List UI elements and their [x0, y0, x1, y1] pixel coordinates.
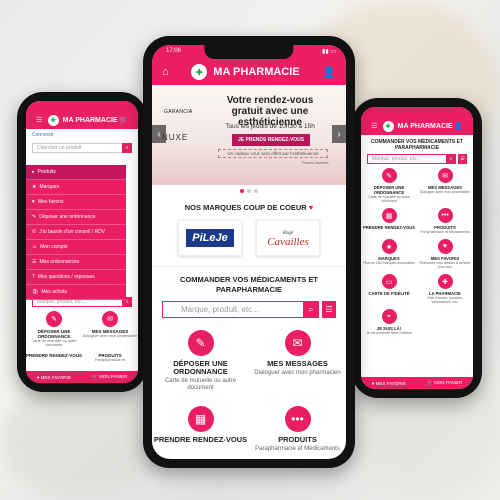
favorites-button[interactable]: ♥ MES FAVORIS [37, 375, 71, 380]
app-title: MA PHARMACIE [62, 116, 118, 124]
tile-je-suis-la[interactable]: ⌖ JE SUIS LÀ! Je me présente dans l'offici… [361, 309, 417, 335]
banner-brand-garancia: GARANCIA [164, 109, 193, 115]
connected-label: Connecté [32, 132, 54, 138]
promo-banner[interactable]: GARANCIA NUXE Votre rendez-vous gratuit … [152, 85, 346, 185]
center-phone: 17:06 ▮▮ ▭ ⌂ ✚ MA PHARMACIE 👤 GARANCIA NUX… [143, 36, 355, 468]
list-icon[interactable]: ☰ [322, 301, 336, 318]
star-icon: ★ [381, 239, 397, 254]
bottom-bar: ♥ MES FAVORIS 🛒 MON PANIER [361, 377, 473, 389]
menu-item-achats[interactable]: 🛍 Mes achats [26, 285, 126, 300]
banner-voucher: Un cadeau vous sera offert par l'esthéti… [218, 149, 328, 158]
tile-rendezvous[interactable]: PRENDRE RENDEZ-VOUS [26, 351, 82, 362]
menu-item-conseil[interactable]: ✆ J'ai besoin d'un conseil / RDV [26, 225, 126, 240]
menu-item-marques[interactable]: ★ Marques [26, 180, 126, 195]
pharmacy-logo-icon: ✚ [47, 114, 59, 126]
order-title: COMMANDER VOS MÉDICAMENTS ET PARAPHARMAC… [180, 275, 318, 294]
menu-item-favoris[interactable]: ♥ Mes favoris [26, 195, 126, 210]
search-input[interactable]: Chercher un produit [32, 143, 122, 153]
tile-rendezvous[interactable]: ▦ PRENDRE RENDEZ-VOUS [152, 406, 249, 453]
tile-ordonnance[interactable]: ✎ DÉPOSER UNE ORDONNANCE Carte de mutuelle… [361, 168, 417, 203]
tile-favoris[interactable]: ♥ MES FAVORIS Retrouvez mes articles à ach… [417, 239, 473, 269]
pharmacy-logo-icon: ✚ [382, 120, 394, 132]
prescription-icon: ✎ [46, 311, 62, 327]
tile-ordonnance[interactable]: ✎ DÉPOSER UNE ORDONNANCE Carte de mutuelle… [152, 330, 249, 392]
menu-item-questions[interactable]: ? Mes questions / réponses [26, 270, 126, 285]
battery-icon: ▮▮ ▭ [322, 49, 336, 55]
app-bar: ☰ ✚ MA PHARMACIE 👤 [361, 117, 473, 135]
banner-cta-button[interactable]: JE PRENDS RENDEZ-VOUS [232, 134, 311, 146]
search-bar: Chercher un produit ⌕ [32, 143, 132, 153]
tile-messages[interactable]: ✉ MES MESSAGES Dialoguer avec mon pharmaci… [249, 330, 346, 392]
app-title: MA PHARMACIE [213, 66, 300, 78]
carousel-prev-icon[interactable]: ‹ [152, 125, 166, 143]
tile-rendezvous[interactable]: ▦ PRENDRE RENDEZ-VOUS [361, 208, 417, 234]
menu-item-ordonnance[interactable]: ✎ Déposer une ordonnance [26, 210, 126, 225]
chat-icon: ✉ [284, 330, 311, 356]
prescription-icon: ✎ [381, 168, 397, 183]
app-bar: ⌂ ✚ MA PHARMACIE 👤 [152, 59, 346, 85]
search-input[interactable]: Marque, produit, etc... [162, 301, 303, 318]
bottom-bar: ♥ MES FAVORIS 🛒 MON PANIER [26, 371, 138, 383]
left-screen: ☰ ✚ MA PHARMACIE 🛒 Connecté Chercher un p… [26, 101, 138, 383]
menu-item-compte[interactable]: ☺ Mon compte [26, 240, 126, 255]
cart-button[interactable]: 🛒 MON PANIER [427, 380, 462, 386]
tile-produits[interactable]: ••• PRODUITS Parapharmacie et Médicaments [249, 406, 346, 453]
heart-icon: ♥ [308, 203, 314, 212]
tile-ordonnance[interactable]: ✎ DÉPOSER UNE ORDONNANCE Carte de mutuelle… [26, 311, 82, 347]
menu-icon[interactable]: ☰ [36, 116, 46, 124]
right-phone: ☰ ✚ MA PHARMACIE 👤 COMMANDER VOS MÉDICAME… [352, 98, 482, 398]
favorites-button[interactable]: ♥ MES FAVORIS [372, 381, 406, 386]
prescription-icon: ✎ [187, 330, 214, 356]
chat-icon: ✉ [437, 168, 453, 183]
chat-icon: ✉ [102, 311, 118, 327]
account-icon[interactable]: 👤 [454, 122, 463, 130]
tile-fidelite[interactable]: ▭ CARTE DE FIDÉLITÉ [361, 274, 417, 304]
brand-card-cavailles[interactable]: Rogé Cavailles [256, 220, 320, 256]
search-icon[interactable]: ⌕ [303, 301, 319, 318]
menu-icon[interactable]: ☰ [371, 122, 381, 130]
cart-icon[interactable]: 🛒 [119, 116, 128, 124]
calendar-icon: ▦ [381, 208, 397, 223]
pharmacy-logo-icon: ✚ [191, 64, 208, 80]
tile-messages[interactable]: ✉ MES MESSAGES Dialoguer avec mon pharmaci… [82, 311, 138, 347]
tile-marques[interactable]: ★ MARQUES Plus de 180 marques disponibles [361, 239, 417, 269]
search-input[interactable]: Marque, produit, etc... [367, 154, 446, 164]
tile-messages[interactable]: ✉ MES MESSAGES Dialoguer avec mon pharmaci… [417, 168, 473, 203]
tile-produits[interactable]: ••• PRODUITS Parapharmacie et Médicaments [417, 208, 473, 234]
search-bar: Marque, produit, etc... ⌕ ☰ [162, 301, 336, 318]
left-phone: ☰ ✚ MA PHARMACIE 🛒 Connecté Chercher un p… [17, 92, 147, 392]
account-icon[interactable]: 👤 [322, 66, 336, 79]
pharmacy-icon: ✚ [437, 274, 453, 289]
menu-item-produits[interactable]: ▸ Produits [26, 165, 126, 180]
search-icon[interactable]: ⌕ [446, 154, 456, 164]
banner-places: Places limitées [302, 160, 329, 165]
dots-icon: ••• [437, 208, 453, 223]
list-icon[interactable]: ☰ [458, 154, 467, 164]
menu-item-ordonnances[interactable]: ☰ Mes ordonnances [26, 255, 126, 270]
calendar-icon: ▦ [187, 406, 214, 432]
brands-title: NOS MARQUES COUP DE COEUR ♥ [184, 203, 314, 212]
status-time: 17:06 [166, 48, 182, 54]
banner-subtitle: Tous les jeudis de 10h30 à 15h [225, 123, 315, 130]
dots-icon: ••• [284, 406, 311, 432]
carousel-dots [152, 185, 346, 197]
app-title: MA PHARMACIE [397, 122, 453, 130]
tile-produits[interactable]: PRODUITS Parapharmacie et [82, 351, 138, 362]
cart-button[interactable]: 🛒 MON PANIER [92, 374, 127, 380]
heart-icon: ♥ [437, 239, 453, 254]
order-title: COMMANDER VOS MÉDICAMENTS ET PARAPHARMAC… [371, 139, 463, 151]
side-menu: ▸ Produits ★ Marques ♥ Mes favoris ✎ Dép… [26, 165, 126, 300]
brand-card-pileje[interactable]: PiLeJe [178, 220, 242, 256]
location-icon: ⌖ [381, 309, 397, 324]
carousel-next-icon[interactable]: › [332, 125, 346, 143]
card-icon: ▭ [381, 274, 397, 289]
phone-notch [204, 45, 294, 59]
center-screen: 17:06 ▮▮ ▭ ⌂ ✚ MA PHARMACIE 👤 GARANCIA NUX… [152, 45, 346, 459]
tile-pharmacie[interactable]: ✚ LA PHARMACIE Plan d'accès, horaires, inf… [417, 274, 473, 304]
app-bar: ☰ ✚ MA PHARMACIE 🛒 [26, 111, 138, 129]
right-screen: ☰ ✚ MA PHARMACIE 👤 COMMANDER VOS MÉDICAME… [361, 107, 473, 389]
search-bar: Marque, produit, etc... ⌕ ☰ [367, 154, 467, 164]
search-icon[interactable]: ⌕ [122, 143, 132, 153]
home-icon[interactable]: ⌂ [162, 66, 169, 78]
